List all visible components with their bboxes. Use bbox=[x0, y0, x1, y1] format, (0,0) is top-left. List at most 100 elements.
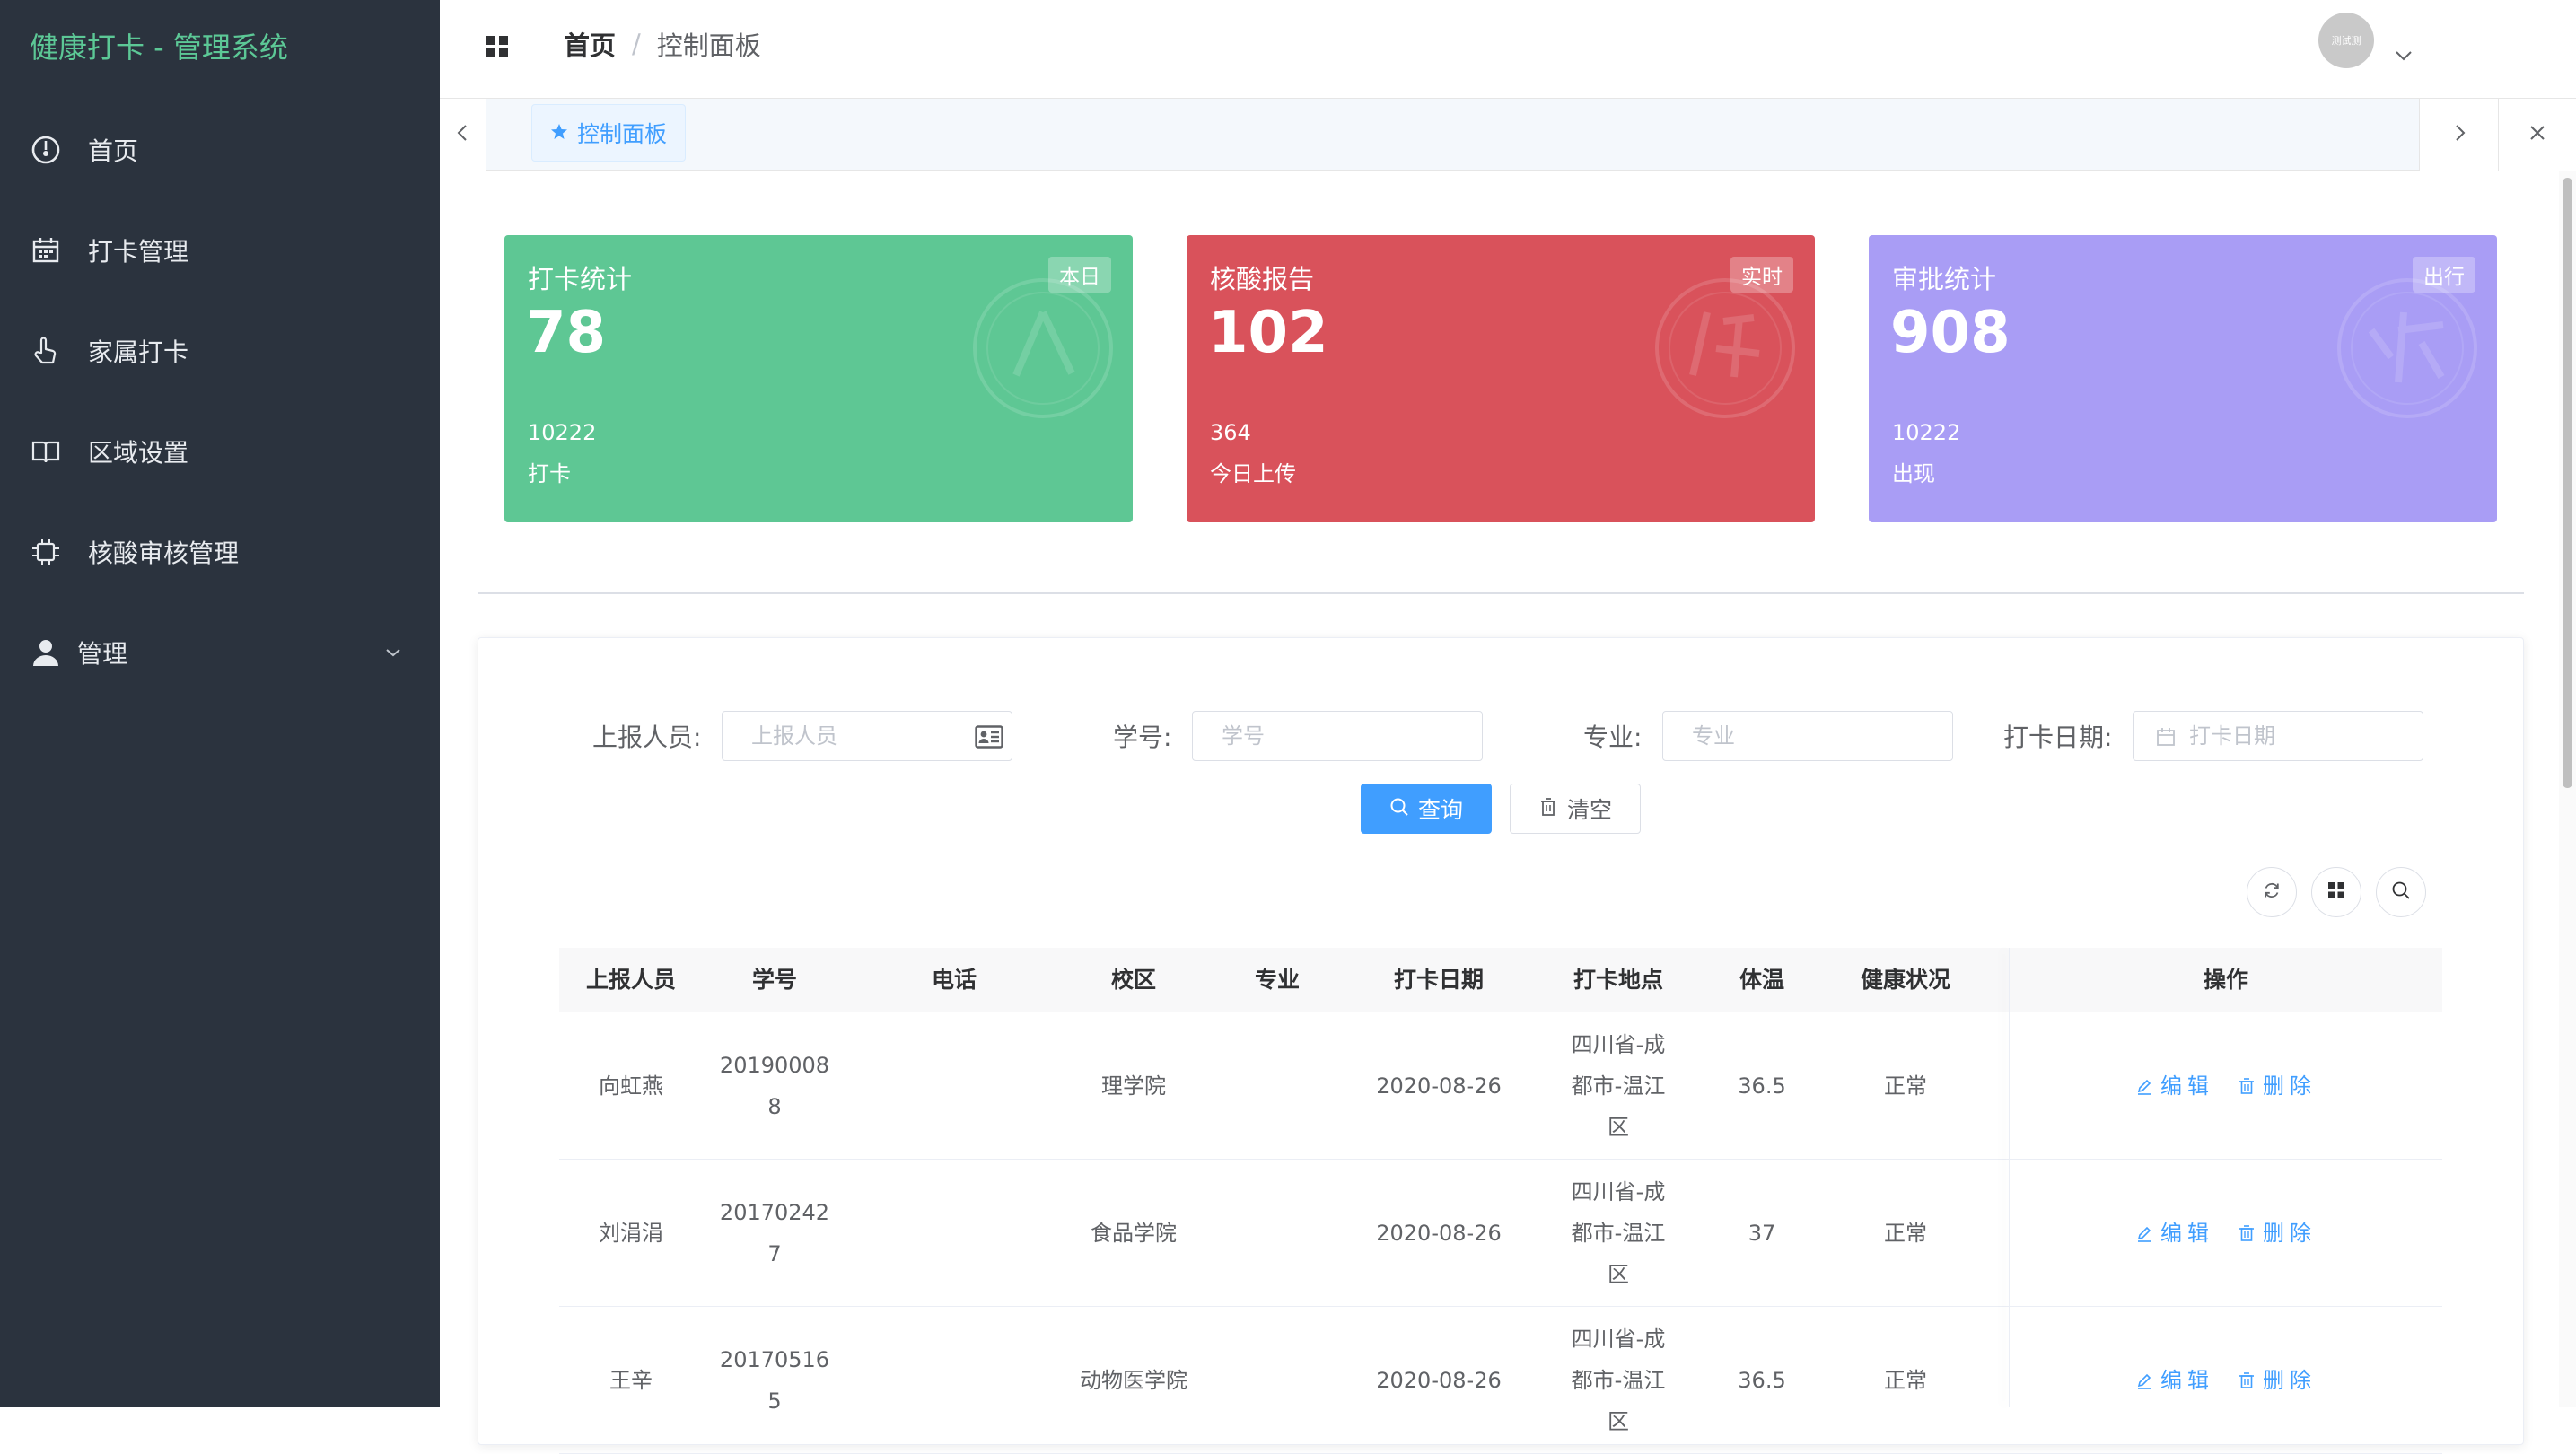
cell-reporter: 刘涓涓 bbox=[599, 1220, 663, 1246]
card-value: 102 bbox=[1208, 300, 1328, 366]
student-id-line: 8 bbox=[767, 1093, 782, 1119]
reporter-input[interactable] bbox=[723, 712, 1012, 760]
column-header-location: 打卡地点 bbox=[1573, 966, 1663, 993]
tag-dashboard[interactable]: 控制面板 bbox=[531, 104, 687, 162]
query-label: 查询 bbox=[1417, 797, 1463, 823]
cell-actions: 编辑 删除 bbox=[2010, 1012, 2442, 1159]
student-id-input[interactable] bbox=[1193, 712, 1482, 760]
breadcrumb: 首页 / 控制面板 bbox=[564, 25, 761, 63]
stat-card-checkin: 打卡统计 本日 78 10222 打卡 bbox=[504, 235, 1133, 522]
checkin-date-field bbox=[2133, 711, 2423, 761]
cell-campus: 动物医学院 bbox=[1080, 1367, 1187, 1393]
card-value: 908 bbox=[1890, 300, 2011, 366]
student-id-line: 20170242 bbox=[719, 1199, 830, 1225]
location-line: 区 bbox=[1608, 1408, 1629, 1434]
cell-date: 2020-08-26 bbox=[1376, 1073, 1502, 1099]
sidebar-item-manage[interactable]: 管理 bbox=[0, 612, 440, 693]
cell-student-id: 20170516 5 bbox=[703, 1307, 846, 1453]
table-row: 刘涓涓 20170242 7 食品学院 2020-08-26 四川省-成 都市-… bbox=[559, 1160, 2442, 1307]
trash-icon bbox=[2239, 1224, 2254, 1241]
student-id-field bbox=[1192, 711, 1483, 761]
cell-campus: 食品学院 bbox=[1091, 1220, 1177, 1246]
grid-icon bbox=[2327, 881, 2345, 903]
column-header-student-id: 学号 bbox=[751, 966, 797, 993]
column-header-actions: 操作 bbox=[2203, 966, 2248, 993]
location-line: 四川省-成 bbox=[1571, 1326, 1666, 1352]
cell-health: 正常 bbox=[1884, 1367, 1927, 1393]
chevron-down-icon bbox=[377, 636, 409, 669]
card-description: 今日上传 bbox=[1210, 461, 1296, 486]
card-description: 出现 bbox=[1892, 461, 1935, 486]
cell-major bbox=[1205, 1160, 1349, 1306]
location-line: 四川省-成 bbox=[1571, 1031, 1666, 1057]
delete-button[interactable]: 删除 bbox=[2238, 1213, 2317, 1254]
column-header-health: 健康状况 bbox=[1860, 966, 1950, 993]
location-line: 区 bbox=[1608, 1261, 1629, 1287]
location-line: 都市-温江 bbox=[1571, 1367, 1666, 1393]
tags-scroll-left-button[interactable] bbox=[440, 99, 486, 171]
card-title: 核酸报告 bbox=[1210, 264, 1315, 294]
tags-view-bar: 控制面板 bbox=[440, 99, 2576, 171]
location-line: 都市-温江 bbox=[1571, 1073, 1666, 1099]
avatar[interactable]: 测试测 bbox=[2318, 13, 2374, 68]
cell-campus: 理学院 bbox=[1101, 1073, 1166, 1099]
cell-actions: 编辑 删除 bbox=[2010, 1160, 2442, 1306]
sidebar-item-label: 区域设置 bbox=[88, 438, 189, 468]
breadcrumb-current: 控制面板 bbox=[656, 31, 761, 61]
breadcrumb-separator: / bbox=[632, 29, 641, 59]
edit-icon bbox=[2137, 1079, 2151, 1095]
cell-health: 正常 bbox=[1884, 1073, 1927, 1099]
major-field bbox=[1662, 711, 1953, 761]
sidebar-item-label: 打卡管理 bbox=[88, 237, 189, 267]
major-label: 专业: bbox=[1583, 723, 1643, 752]
apps-grid-icon[interactable] bbox=[479, 29, 515, 65]
delete-label: 删除 bbox=[2263, 1220, 2317, 1246]
sidebar-item-family-checkin[interactable]: 家属打卡 bbox=[0, 311, 440, 391]
refresh-button[interactable] bbox=[2247, 867, 2297, 917]
checkin-date-label: 打卡日期: bbox=[2003, 723, 2113, 752]
edit-icon bbox=[2137, 1373, 2151, 1389]
stamp-watermark-icon bbox=[1655, 278, 1795, 418]
cell-location: 四川省-成 都市-温江 区 bbox=[1529, 1160, 1708, 1306]
pointer-hand-icon bbox=[28, 333, 64, 369]
stat-card-nucleic-report: 核酸报告 实时 102 364 今日上传 bbox=[1187, 235, 1815, 522]
section-divider bbox=[478, 592, 2524, 594]
edit-button[interactable]: 编辑 bbox=[2135, 1213, 2214, 1254]
card-title: 审批统计 bbox=[1892, 264, 1997, 294]
stamp-watermark-icon bbox=[973, 278, 1113, 418]
search-icon bbox=[1389, 796, 1409, 822]
tags-scroll-right-button[interactable] bbox=[2419, 99, 2498, 171]
sidebar-item-region[interactable]: 区域设置 bbox=[0, 411, 440, 492]
clear-label: 清空 bbox=[1566, 797, 1612, 823]
edit-button[interactable]: 编辑 bbox=[2135, 1360, 2214, 1401]
card-sub-value: 10222 bbox=[528, 420, 597, 445]
tags-close-all-button[interactable] bbox=[2498, 99, 2576, 171]
sidebar-item-home[interactable]: 首页 bbox=[0, 109, 440, 190]
student-id-line: 7 bbox=[767, 1240, 782, 1266]
breadcrumb-home[interactable]: 首页 bbox=[564, 25, 616, 63]
close-icon bbox=[2528, 123, 2547, 146]
table-header-row: 上报人员 学号 电话 校区 专业 打卡日期 打卡地点 体温 健康状况 操作 bbox=[559, 948, 2442, 1012]
calendar-icon bbox=[28, 232, 64, 268]
delete-button[interactable]: 删除 bbox=[2238, 1360, 2317, 1401]
scrollbar-thumb[interactable] bbox=[2563, 178, 2572, 788]
major-input[interactable] bbox=[1663, 712, 1952, 760]
cell-date: 2020-08-26 bbox=[1376, 1220, 1502, 1246]
clear-button[interactable]: 清空 bbox=[1510, 784, 1641, 834]
checkin-date-input[interactable] bbox=[2134, 712, 2423, 760]
id-card-icon[interactable] bbox=[974, 723, 1004, 751]
edit-button[interactable]: 编辑 bbox=[2135, 1065, 2214, 1107]
search-icon bbox=[2391, 880, 2411, 904]
sidebar-item-checkin[interactable]: 打卡管理 bbox=[0, 210, 440, 291]
fixed-column-shadow bbox=[2009, 948, 2010, 1407]
search-toggle-button[interactable] bbox=[2376, 867, 2426, 917]
student-id-line: 5 bbox=[767, 1388, 782, 1414]
cell-health: 正常 bbox=[1884, 1220, 1927, 1246]
cell-actions: 编辑 删除 bbox=[2010, 1307, 2442, 1453]
chevron-down-icon[interactable] bbox=[2389, 41, 2418, 70]
columns-toggle-button[interactable] bbox=[2311, 867, 2361, 917]
query-button[interactable]: 查询 bbox=[1361, 784, 1492, 834]
delete-button[interactable]: 删除 bbox=[2238, 1065, 2317, 1107]
sidebar-item-nucleic-review[interactable]: 核酸审核管理 bbox=[0, 512, 440, 592]
trash-icon bbox=[2239, 1077, 2254, 1094]
